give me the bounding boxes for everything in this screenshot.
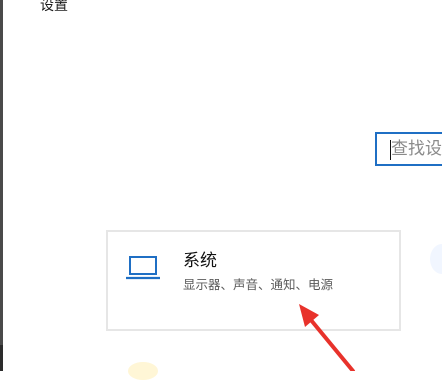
text-cursor	[390, 140, 391, 160]
window-title: 设置	[40, 0, 68, 14]
category-title: 系统	[183, 251, 217, 271]
category-description: 显示器、声音、通知、电源	[183, 277, 334, 292]
search-box[interactable]	[375, 132, 442, 166]
window-left-edge	[0, 0, 3, 371]
partial-category-icon-right	[430, 244, 442, 274]
partial-category-icon	[128, 362, 158, 380]
search-input[interactable]	[383, 138, 442, 160]
window-edge-notch	[0, 345, 3, 371]
annotation-arrow	[299, 304, 355, 371]
laptop-icon	[126, 256, 160, 280]
